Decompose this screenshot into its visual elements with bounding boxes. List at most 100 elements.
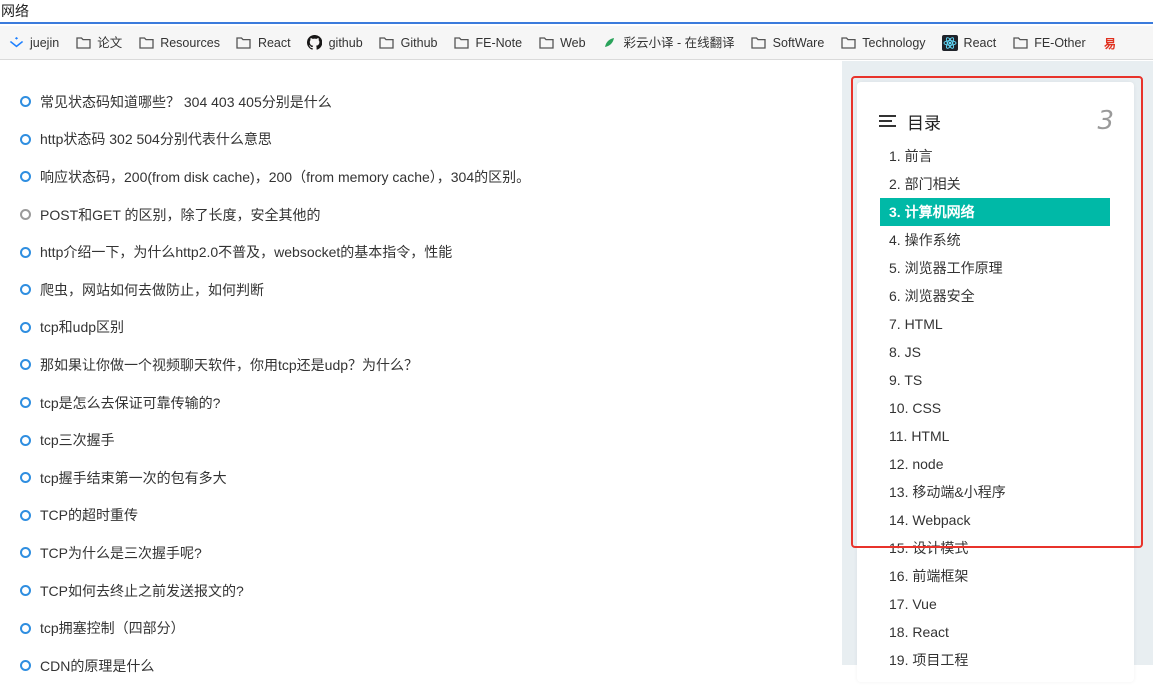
circle-bullet-icon xyxy=(20,359,31,371)
circle-bullet-icon xyxy=(20,133,31,145)
bookmark-label: React xyxy=(963,35,997,50)
toc-item[interactable]: 5. 浏览器工作原理 xyxy=(880,254,1110,282)
bookmark-item[interactable]: Resources xyxy=(130,26,228,59)
list-item[interactable]: tcp是怎么去保证可靠传输的? xyxy=(0,384,842,422)
list-item[interactable]: TCP如何去终止之前发送报文的? xyxy=(0,572,842,610)
list-item[interactable]: http介绍一下，为什么http2.0不普及，websocket的基本指令，性能 xyxy=(0,233,842,271)
list-item[interactable]: tcp三次握手 xyxy=(0,421,842,459)
list-item[interactable]: 常见状态码知道哪些？ 304 403 405分别是什么 xyxy=(0,83,842,121)
toc-item[interactable]: 4. 操作系统 xyxy=(880,226,1110,254)
bookmark-item[interactable]: React xyxy=(934,26,1005,59)
tab-title[interactable]: 网络 xyxy=(0,0,1153,24)
bookmark-label: 彩云小译 - 在线翻译 xyxy=(623,35,735,50)
list-icon xyxy=(879,114,897,128)
bookmark-label: SoftWare xyxy=(772,35,825,50)
folder-icon xyxy=(751,35,767,51)
circle-bullet-icon xyxy=(20,96,31,108)
list-item[interactable]: tcp和udp区别 xyxy=(0,309,842,347)
toc-item[interactable]: 12. node xyxy=(880,450,1110,478)
circle-bullet-icon xyxy=(20,246,31,258)
bookmark-label: Web xyxy=(560,35,586,50)
toc-item[interactable]: 8. JS xyxy=(880,338,1110,366)
list-item[interactable]: 响应状态码，200(from disk cache)，200（from memo… xyxy=(0,158,842,196)
question-text: tcp和udp区别 xyxy=(40,319,125,336)
toc-item[interactable]: 13. 移动端&小程序 xyxy=(880,478,1110,506)
folder-icon xyxy=(1012,35,1028,51)
bookmark-item[interactable]: React xyxy=(228,26,299,59)
toc-item[interactable]: 10. CSS xyxy=(880,394,1110,422)
list-item[interactable]: http状态码 302 504分别代表什么意思 xyxy=(0,121,842,159)
list-item[interactable]: tcp握手结束第一次的包有多大 xyxy=(0,459,842,497)
bookmark-item[interactable]: 论文 xyxy=(67,26,130,59)
bookmark-item[interactable]: github xyxy=(299,26,371,59)
toc-header: 目录 3 xyxy=(879,106,1114,136)
toc-item[interactable]: 11. HTML xyxy=(880,422,1110,450)
question-text: CDN的原理是什么 xyxy=(40,657,155,674)
main-content: 常见状态码知道哪些？ 304 403 405分别是什么 http状态码 302 5… xyxy=(0,61,842,674)
toc-item[interactable]: 17. Vue xyxy=(880,590,1110,618)
bookmark-label: github xyxy=(328,35,363,50)
question-text: tcp握手结束第一次的包有多大 xyxy=(40,469,227,486)
bookmark-item[interactable]: Github xyxy=(371,26,446,59)
toc-item[interactable]: 3. 计算机网络 xyxy=(880,198,1110,226)
bookmark-item[interactable]: Web xyxy=(530,26,593,59)
toc-item[interactable]: 19. 项目工程 xyxy=(880,646,1110,674)
list-item[interactable]: 爬虫，网站如何去做防止，如何判断 xyxy=(0,271,842,309)
circle-bullet-icon xyxy=(20,509,31,521)
svg-text:易: 易 xyxy=(1104,37,1116,50)
toc-title: 目录 xyxy=(907,113,941,133)
toc-item[interactable]: 15. 设计模式 xyxy=(880,534,1110,562)
bookmark-item[interactable]: 彩云小译 - 在线翻译 xyxy=(594,26,743,59)
bookmark-item[interactable]: FE-Other xyxy=(1004,26,1093,59)
list-item[interactable]: TCP的超时重传 xyxy=(0,497,842,535)
question-text: http介绍一下，为什么http2.0不普及，websocket的基本指令，性能 xyxy=(40,244,453,261)
toc-panel: 目录 3 1. 前言 2. 部门相关 3. 计算机网络 4. 操作系统 5. 浏览器工作… xyxy=(857,82,1134,682)
toc-item[interactable]: 14. Webpack xyxy=(880,506,1110,534)
github-icon xyxy=(307,35,323,51)
question-text: http状态码 302 504分别代表什么意思 xyxy=(40,131,272,148)
question-text: tcp是怎么去保证可靠传输的? xyxy=(40,394,221,411)
youdao-icon: 易 xyxy=(1102,35,1118,51)
toc-item[interactable]: 2. 部门相关 xyxy=(880,170,1110,198)
question-text: TCP如何去终止之前发送报文的? xyxy=(40,582,244,599)
question-text: tcp拥塞控制（四部分） xyxy=(40,620,185,637)
question-text: tcp三次握手 xyxy=(40,432,115,449)
list-item[interactable]: 那如果让你做一个视频聊天软件，你用tcp还是udp？为什么？ xyxy=(0,346,842,384)
caiyun-icon xyxy=(602,35,618,51)
bookmark-item[interactable]: FE-Note xyxy=(446,26,531,59)
folder-icon xyxy=(538,35,554,51)
juejin-icon xyxy=(8,35,24,51)
question-text: TCP的超时重传 xyxy=(40,507,138,524)
bookmark-item[interactable]: juejin xyxy=(0,26,67,59)
bookmark-label: FE-Other xyxy=(1034,35,1086,50)
toc-item[interactable]: 9. TS xyxy=(880,366,1110,394)
bookmark-item[interactable]: 易 xyxy=(1094,26,1132,59)
bookmark-item[interactable]: Technology xyxy=(832,26,933,59)
bookmark-label: Technology xyxy=(862,35,926,50)
toc-item[interactable]: 1. 前言 xyxy=(880,142,1110,170)
question-text: 常见状态码知道哪些？ 304 403 405分别是什么 xyxy=(40,93,332,110)
circle-bullet-icon xyxy=(20,585,31,597)
list-item[interactable]: CDN的原理是什么 xyxy=(0,647,842,685)
toc-item[interactable]: 6. 浏览器安全 xyxy=(880,282,1110,310)
react-icon xyxy=(941,34,958,51)
question-text: 响应状态码，200(from disk cache)，200（from memo… xyxy=(40,168,531,185)
circle-bullet-icon xyxy=(20,434,31,446)
bookmark-item[interactable]: SoftWare xyxy=(743,26,833,59)
circle-bullet-icon xyxy=(20,209,31,221)
list-item[interactable]: tcp拥塞控制（四部分） xyxy=(0,609,842,647)
circle-bullet-icon xyxy=(20,660,31,672)
list-item[interactable]: POST和GET 的区别，除了长度，安全其他的 xyxy=(0,196,842,234)
toc-item[interactable]: 7. HTML xyxy=(880,310,1110,338)
circle-bullet-icon xyxy=(20,622,31,634)
bookmark-label: Resources xyxy=(160,35,220,50)
circle-bullet-icon xyxy=(20,397,31,409)
bookmark-label: Github xyxy=(400,35,438,50)
folder-icon xyxy=(138,35,154,51)
toc-item[interactable]: 18. React xyxy=(880,618,1110,646)
circle-bullet-icon xyxy=(20,284,31,296)
list-item[interactable]: TCP为什么是三次握手呢? xyxy=(0,534,842,572)
bookmark-label: React xyxy=(257,35,291,50)
circle-bullet-icon xyxy=(20,321,31,333)
toc-item[interactable]: 16. 前端框架 xyxy=(880,562,1110,590)
